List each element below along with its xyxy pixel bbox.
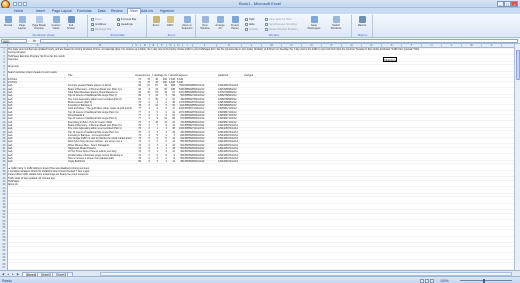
cell-a[interactable]: About Us: [8, 183, 513, 186]
normal-view-status-icon[interactable]: [420, 278, 424, 283]
row-numbers: 1 2 3 4 5 6 7 8 9 10 11 12 13 14 15 16 17 18 19 20 21 22 23 24 2…: [0, 48, 8, 270]
page-break-icon: [35, 16, 43, 23]
ribbon-tab-page-layout[interactable]: Page Layout: [52, 9, 72, 13]
title-bar: Book1 - Microsoft Excel – □ ×: [0, 0, 520, 9]
group-show-hide: Ruler ✓Gridlines Message Bar ✓Formula Ba…: [89, 15, 147, 37]
status-mode: Ready: [2, 278, 12, 283]
cell-e[interactable]: 2: [150, 160, 158, 163]
ribbon: Normal Page Layout Page Break Preview Cu…: [0, 14, 520, 38]
scroll-thumb[interactable]: [516, 50, 520, 80]
vertical-scrollbar[interactable]: [514, 44, 520, 270]
magnifier-icon: [152, 16, 160, 23]
switch-windows-icon: [332, 16, 340, 23]
zoom-slider-thumb[interactable]: [483, 278, 485, 283]
zoom-selection-icon: [183, 16, 191, 23]
switch-windows-button[interactable]: Switch Windows: [327, 16, 345, 30]
group-window: New Window Arrange All Freeze Panes Spli…: [197, 15, 352, 37]
group-macros: Macros Macros: [353, 15, 373, 37]
save-workspace-icon: [310, 16, 318, 23]
redo-icon[interactable]: [23, 1, 27, 6]
hide-button[interactable]: Hide: [245, 22, 255, 26]
ribbon-tab-hyperion[interactable]: Hyperion: [160, 9, 174, 13]
undo-icon[interactable]: [18, 1, 22, 6]
save-icon[interactable]: [13, 1, 17, 6]
full-screen-button[interactable]: Full Screen: [65, 16, 77, 30]
page-break-status-icon[interactable]: [430, 278, 434, 283]
ruler-checkbox[interactable]: Ruler: [91, 17, 102, 21]
cell-i[interactable]: ever: [183, 74, 217, 77]
status-bar: Ready 100%: [0, 276, 520, 283]
custom-views-icon: [52, 16, 60, 23]
ribbon-tab-home[interactable]: Home: [14, 9, 23, 13]
full-screen-icon: [67, 16, 75, 23]
fx-icon[interactable]: fx: [33, 39, 36, 43]
ribbon-tab-data[interactable]: Data: [98, 9, 105, 13]
zoom-level[interactable]: 100%: [440, 279, 449, 283]
freeze-panes-icon: [231, 16, 239, 23]
message-bar-checkbox[interactable]: Message Bar: [91, 27, 111, 31]
page-layout-status-icon[interactable]: [425, 278, 429, 283]
cell-c[interactable]: 66: [133, 160, 141, 163]
formula-bar-checkbox[interactable]: ✓Formula Bar: [117, 17, 136, 21]
custom-views-button[interactable]: Custom Views: [50, 16, 62, 30]
cell-j[interactable]: 1294108474/12/12: [218, 160, 244, 163]
headings-checkbox[interactable]: ✓Headings: [117, 22, 133, 26]
page-layout-button[interactable]: Page Layout: [16, 16, 28, 30]
arrange-all-button[interactable]: Arrange All: [214, 16, 226, 30]
close-button[interactable]: ×: [511, 0, 518, 7]
name-box[interactable]: W51: [1, 38, 27, 44]
group-workbook-views: Normal Page Layout Page Break Preview Cu…: [0, 15, 88, 37]
tooltip: Slideshow: [383, 57, 397, 62]
macros-icon: [358, 16, 366, 23]
zoom-slider[interactable]: [460, 280, 512, 281]
unhide-button[interactable]: Unhide: [245, 27, 258, 31]
macros-button[interactable]: Macros: [356, 16, 368, 27]
gridlines-checkbox[interactable]: ✓Gridlines: [91, 22, 106, 26]
normal-view-icon: [4, 16, 12, 23]
row-number[interactable]: 67: [0, 266, 8, 269]
page-break-preview-button[interactable]: Page Break Preview: [31, 16, 47, 30]
cell-f[interactable]: 1: [158, 160, 167, 163]
normal-view-button[interactable]: Normal: [2, 16, 14, 27]
cell-h[interactable]: 38: [175, 160, 183, 163]
excel-window: Book1 - Microsoft Excel – □ × Home Insert…: [0, 0, 520, 283]
minimize-button[interactable]: –: [497, 0, 504, 7]
maximize-button[interactable]: □: [504, 0, 511, 7]
reset-window-button[interactable]: Reset Window Position: [265, 27, 298, 31]
ribbon-tab-formulas[interactable]: Formulas: [77, 9, 92, 13]
zoom-100-icon: [166, 16, 174, 23]
sync-scroll-button[interactable]: Synchronous Scrolling: [265, 22, 297, 26]
ribbon-tab-add-ins[interactable]: Add-Ins: [141, 9, 153, 13]
cell-j[interactable]: published: [218, 74, 244, 77]
ribbon-tab-review[interactable]: Review: [111, 9, 122, 13]
cell-grid[interactable]: The page view numbers are updated hourly…: [8, 48, 514, 270]
save-workspace-button[interactable]: Save Workspace: [305, 16, 323, 30]
zoom-100-button[interactable]: 100%: [164, 16, 176, 27]
zoom-button[interactable]: Zoom: [150, 16, 162, 27]
ribbon-tab-insert[interactable]: Insert: [36, 9, 45, 13]
side-by-side-button[interactable]: View Side by Side: [265, 17, 292, 21]
new-window-button[interactable]: New Window: [199, 16, 211, 30]
zoom-to-selection-button[interactable]: Zoom to Selection: [179, 16, 195, 30]
page-layout-icon: [18, 16, 26, 23]
cell-k[interactable]: changed: [244, 74, 274, 77]
cell-g[interactable]: 13: [167, 160, 175, 163]
freeze-panes-button[interactable]: Freeze Panes: [229, 16, 241, 30]
group-zoom: Zoom 100% Zoom to Selection Zoom: [148, 15, 196, 37]
cell-b[interactable]: Title: [68, 74, 132, 77]
split-button[interactable]: Split: [245, 17, 254, 21]
window-title: Book1 - Microsoft Excel: [238, 1, 281, 6]
new-window-icon: [201, 16, 209, 23]
cell-d[interactable]: 0: [141, 160, 150, 163]
cell-i[interactable]: 135455282001/2/12: [183, 160, 217, 163]
formula-input[interactable]: [40, 38, 518, 44]
arrange-all-icon: [216, 16, 224, 23]
